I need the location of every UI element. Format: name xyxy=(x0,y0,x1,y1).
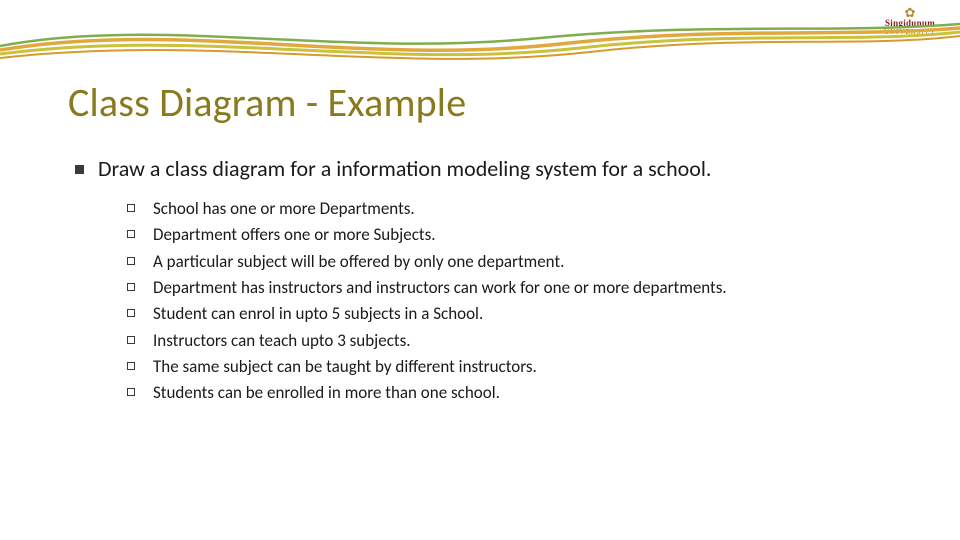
square-bullet-icon xyxy=(75,165,84,174)
list-item-text: A particular subject will be offered by … xyxy=(153,249,564,275)
hollow-square-icon xyxy=(127,336,135,344)
hollow-square-icon xyxy=(127,309,135,317)
list-item-text: The same subject can be taught by differ… xyxy=(153,354,537,380)
hollow-square-icon xyxy=(127,362,135,370)
hollow-square-icon xyxy=(127,257,135,265)
sub-list: School has one or more Departments. Depa… xyxy=(127,196,912,407)
hollow-square-icon xyxy=(127,204,135,212)
list-item: Instructors can teach upto 3 subjects. xyxy=(127,328,912,354)
list-item-text: Student can enrol in upto 5 subjects in … xyxy=(153,301,483,327)
list-item: School has one or more Departments. xyxy=(127,196,912,222)
header-swoosh-graphic xyxy=(0,8,960,68)
list-item: Student can enrol in upto 5 subjects in … xyxy=(127,301,912,327)
list-item-text: Students can be enrolled in more than on… xyxy=(153,380,500,406)
slide-title: Class Diagram - Example xyxy=(68,78,466,127)
list-item-text: Department has instructors and instructo… xyxy=(153,275,727,301)
list-item-text: School has one or more Departments. xyxy=(153,196,415,222)
logo-subtitle: UNIVERSITY xyxy=(884,29,936,37)
list-item: A particular subject will be offered by … xyxy=(127,249,912,275)
list-item: Students can be enrolled in more than on… xyxy=(127,380,912,406)
list-item: The same subject can be taught by differ… xyxy=(127,354,912,380)
list-item-text: Instructors can teach upto 3 subjects. xyxy=(153,328,411,354)
university-logo: ✿ Singidunum UNIVERSITY xyxy=(884,6,936,37)
hollow-square-icon xyxy=(127,283,135,291)
hollow-square-icon xyxy=(127,388,135,396)
lead-line: Draw a class diagram for a information m… xyxy=(75,155,912,182)
list-item-text: Department offers one or more Subjects. xyxy=(153,222,436,248)
lead-text: Draw a class diagram for a information m… xyxy=(98,155,711,182)
hollow-square-icon xyxy=(127,230,135,238)
list-item: Department offers one or more Subjects. xyxy=(127,222,912,248)
slide-body: Draw a class diagram for a information m… xyxy=(75,155,912,407)
list-item: Department has instructors and instructo… xyxy=(127,275,912,301)
